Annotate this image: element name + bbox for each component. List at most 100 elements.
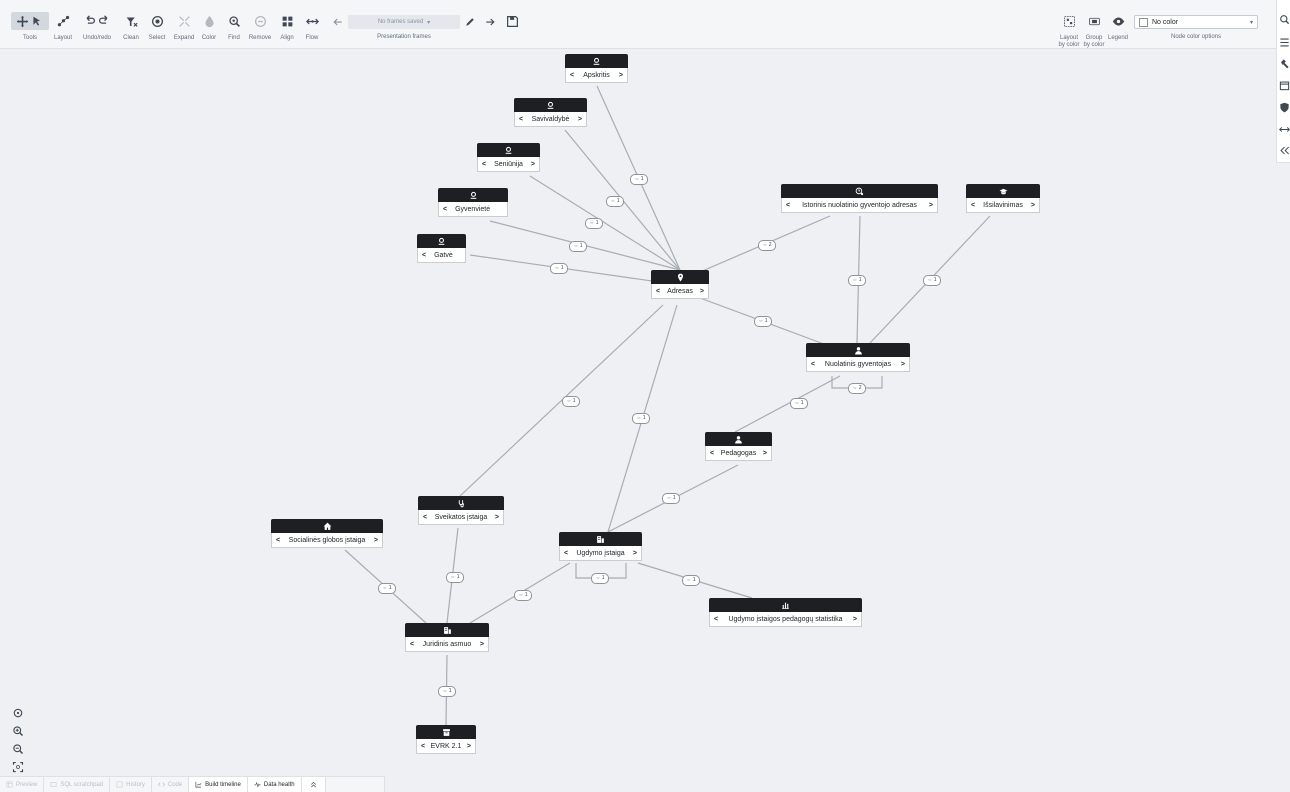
- node-prev-arrow[interactable]: <: [423, 514, 427, 521]
- node-label: EVRK 2.1: [430, 742, 462, 750]
- zoom-out-button[interactable]: [12, 742, 24, 755]
- node-next-arrow[interactable]: >: [700, 288, 704, 295]
- node-next-arrow[interactable]: >: [480, 641, 484, 648]
- location-pin-icon: [547, 101, 554, 109]
- person-icon: [735, 435, 742, 443]
- node-pedagogu-statistika[interactable]: < Ugdymo įstaigos pedagogų statistika >: [709, 598, 862, 627]
- node-prev-arrow[interactable]: <: [482, 161, 486, 168]
- edge-label[interactable]: ⇔ 2: [758, 240, 776, 251]
- location-pin-icon: [593, 57, 600, 65]
- node-label: Adresas: [667, 287, 693, 295]
- home-icon: [323, 522, 331, 530]
- node-seniunija[interactable]: < Seniūnija >: [477, 143, 540, 172]
- node-savivaldybe[interactable]: < Savivaldybė >: [514, 98, 587, 127]
- edge-label[interactable]: ⇔ 1: [754, 316, 772, 327]
- node-next-arrow[interactable]: >: [578, 116, 582, 123]
- tab-label: Data health: [263, 781, 295, 788]
- node-istorinis-adresas[interactable]: < Istorinis nuolatinio gyventojo adresas >: [781, 184, 938, 213]
- node-gatve[interactable]: < Gatvė: [417, 234, 466, 263]
- node-ugdymo-istaiga[interactable]: < Ugdymo įstaiga >: [559, 532, 642, 561]
- edge-label[interactable]: ⇔ 1: [630, 174, 648, 185]
- node-apskritis[interactable]: < Apskritis >: [565, 54, 628, 83]
- edge-label[interactable]: ⇔ 1: [514, 590, 532, 601]
- node-next-arrow[interactable]: >: [633, 550, 637, 557]
- edge-label[interactable]: ⇔ 1: [378, 583, 396, 594]
- table-icon: [6, 781, 13, 788]
- center-view-button[interactable]: [12, 706, 24, 718]
- node-next-arrow[interactable]: >: [763, 450, 767, 457]
- node-label: Pedagogas: [720, 449, 757, 457]
- node-next-arrow[interactable]: >: [619, 72, 623, 79]
- node-prev-arrow[interactable]: <: [421, 743, 425, 750]
- node-next-arrow[interactable]: >: [901, 361, 905, 368]
- node-prev-arrow[interactable]: <: [564, 550, 568, 557]
- edge-label[interactable]: ⇔ 1: [550, 263, 568, 274]
- node-prev-arrow[interactable]: <: [656, 288, 660, 295]
- node-next-arrow[interactable]: >: [467, 743, 471, 750]
- double-chevron-up-icon: [310, 781, 316, 788]
- history-icon: [116, 781, 123, 788]
- edge-label[interactable]: ⇔ 1: [848, 275, 866, 286]
- edge-label[interactable]: ⇔ 1: [790, 398, 808, 409]
- pulse-icon: [254, 781, 261, 788]
- node-next-arrow[interactable]: >: [929, 202, 933, 209]
- node-prev-arrow[interactable]: <: [410, 641, 414, 648]
- edge-label[interactable]: ⇔ 1: [662, 493, 680, 504]
- edge-label[interactable]: ⇔ 1: [632, 413, 650, 424]
- location-pin-icon: [470, 191, 476, 199]
- node-next-arrow[interactable]: >: [495, 514, 499, 521]
- tab-label: SQL scratchpad: [60, 781, 104, 788]
- edge-label[interactable]: ⇔ 1: [438, 686, 456, 697]
- edge-label[interactable]: ⇔ 1: [606, 196, 624, 207]
- node-adresas[interactable]: < Adresas >: [651, 270, 709, 299]
- tab-code[interactable]: Code: [152, 777, 190, 792]
- node-prev-arrow[interactable]: <: [422, 252, 426, 259]
- node-label: Ugdymo įstaigos pedagogų statistika: [728, 615, 843, 623]
- node-prev-arrow[interactable]: <: [811, 361, 815, 368]
- edge-label[interactable]: ⇔ 1: [446, 572, 464, 583]
- tab-sql-scratchpad[interactable]: SQL scratchpad: [44, 777, 111, 792]
- edge-label[interactable]: ⇔ 1: [569, 241, 587, 252]
- edge-line: [469, 254, 681, 286]
- node-next-arrow[interactable]: >: [374, 537, 378, 544]
- node-next-arrow[interactable]: >: [1031, 202, 1035, 209]
- node-sveikatos-istaiga[interactable]: < Sveikatos įstaiga >: [418, 496, 504, 525]
- edge-label[interactable]: ⇔ 1: [923, 275, 941, 286]
- expand-panel-button[interactable]: [301, 777, 326, 792]
- tab-data-health[interactable]: Data health: [247, 777, 302, 792]
- node-label: Seniūnija: [494, 160, 523, 168]
- node-pedagogas[interactable]: < Pedagogas >: [705, 432, 772, 461]
- tab-label: History: [126, 781, 145, 788]
- node-prev-arrow[interactable]: <: [971, 202, 975, 209]
- zoom-out-icon: [13, 744, 24, 755]
- node-prev-arrow[interactable]: <: [276, 537, 280, 544]
- map-marker-icon: [677, 273, 683, 281]
- tab-preview[interactable]: Preview: [0, 777, 45, 792]
- node-prev-arrow[interactable]: <: [714, 616, 718, 623]
- edge-label[interactable]: ⇔ 2: [848, 383, 866, 394]
- edge-label[interactable]: ⇔ 1: [682, 575, 700, 586]
- node-prev-arrow[interactable]: <: [786, 202, 790, 209]
- edge-line: [529, 175, 681, 271]
- node-prev-arrow[interactable]: <: [570, 72, 574, 79]
- tab-history[interactable]: History: [110, 777, 152, 792]
- tab-build-timeline[interactable]: Build timeline: [189, 777, 248, 792]
- node-juridinis-asmuo[interactable]: < Juridinis asmuo >: [405, 623, 489, 652]
- node-next-arrow[interactable]: >: [853, 616, 857, 623]
- edge-label[interactable]: ⇔ 1: [585, 218, 603, 229]
- node-next-arrow[interactable]: >: [531, 161, 535, 168]
- fit-to-screen-button[interactable]: [12, 760, 24, 773]
- node-nuolatinis-gyventojas[interactable]: < Nuolatinis gyventojas >: [806, 343, 910, 372]
- node-issilavinimas[interactable]: < Išsilavinimas >: [966, 184, 1040, 213]
- node-gyvenviete[interactable]: < Gyvenvietė: [438, 188, 508, 217]
- archive-icon: [442, 728, 450, 736]
- node-evrk[interactable]: < EVRK 2.1 >: [416, 725, 476, 754]
- node-prev-arrow[interactable]: <: [710, 450, 714, 457]
- node-prev-arrow[interactable]: <: [443, 206, 447, 213]
- edge-label[interactable]: ⇔ 1: [591, 573, 609, 584]
- zoom-in-button[interactable]: [12, 724, 24, 737]
- node-label: Nuolatinis gyventojas: [824, 360, 892, 368]
- node-socialines-globos-istaiga[interactable]: < Socialinės globos įstaiga >: [271, 519, 383, 548]
- node-prev-arrow[interactable]: <: [519, 116, 523, 123]
- edge-label[interactable]: ⇔ 1: [562, 396, 580, 407]
